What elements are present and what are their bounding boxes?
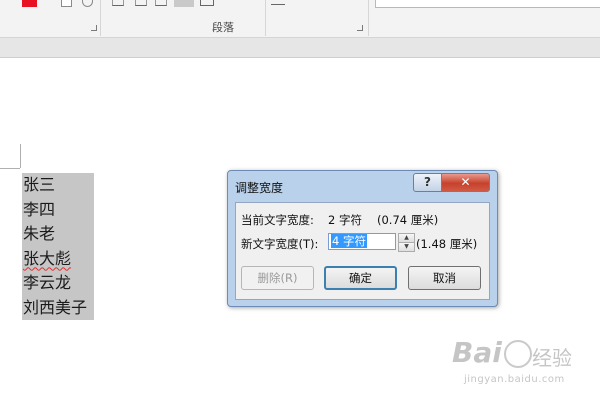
delete-button[interactable]: 删除(R) — [241, 266, 314, 290]
ruler[interactable] — [0, 38, 600, 58]
paragraph-group-label: 段落 — [212, 21, 234, 34]
close-button[interactable]: ✕ — [441, 173, 490, 192]
group-separator — [368, 0, 369, 36]
name-line: 张大彪 — [23, 248, 72, 268]
name-line: 张三 — [23, 175, 56, 194]
name-line: 李云龙 — [23, 273, 72, 292]
ok-button[interactable]: 确定 — [324, 266, 397, 290]
current-width-value: 2 字符 — [328, 213, 362, 227]
paragraph-dialog-launcher-icon[interactable] — [357, 25, 363, 31]
font-color-icon[interactable] — [22, 0, 37, 7]
current-width-cm: (0.74 厘米) — [377, 213, 439, 227]
name-line: 李四 — [23, 199, 56, 219]
spin-down-icon[interactable]: ▼ — [398, 242, 415, 252]
group-separator — [100, 0, 101, 36]
name-line: 刘西美子 — [23, 297, 88, 317]
new-width-value: 4 字符 — [331, 234, 367, 248]
margin-corner-mark — [0, 168, 20, 169]
styles-gallery[interactable] — [375, 0, 600, 8]
new-width-cm: (1.48 厘米) — [416, 237, 478, 251]
align-left-icon[interactable] — [112, 0, 124, 6]
new-width-input[interactable]: 4 字符 — [328, 233, 396, 250]
new-width-label: 新文字宽度(T): — [241, 237, 319, 251]
character-border-icon[interactable] — [61, 0, 72, 7]
name-line: 朱老 — [23, 224, 56, 243]
dialog-title: 调整宽度 — [235, 181, 284, 195]
justify-icon[interactable] — [174, 0, 194, 7]
margin-corner-mark — [20, 144, 21, 168]
cancel-button[interactable]: 取消 — [408, 266, 481, 290]
font-dialog-launcher-icon[interactable] — [91, 25, 97, 31]
distributed-align-icon[interactable] — [200, 0, 214, 6]
adjust-width-dialog: 调整宽度 ? ✕ 当前文字宽度: 2 字符 (0.74 厘米) 新文字宽度(T)… — [227, 170, 498, 307]
dialog-body: 当前文字宽度: 2 字符 (0.74 厘米) 新文字宽度(T): 4 字符 ▲ … — [235, 202, 490, 300]
align-right-icon[interactable] — [155, 0, 167, 6]
line-spacing-icon[interactable] — [271, 0, 285, 5]
current-width-label: 当前文字宽度: — [241, 213, 314, 227]
ribbon: 段落 — [0, 0, 600, 38]
selected-names-list[interactable]: 张三李四朱老张大彪李云龙刘西美子 — [22, 173, 94, 320]
help-button[interactable]: ? — [413, 173, 442, 192]
align-center-icon[interactable] — [135, 0, 147, 6]
group-separator — [265, 0, 266, 36]
enclose-characters-icon[interactable] — [82, 0, 93, 7]
